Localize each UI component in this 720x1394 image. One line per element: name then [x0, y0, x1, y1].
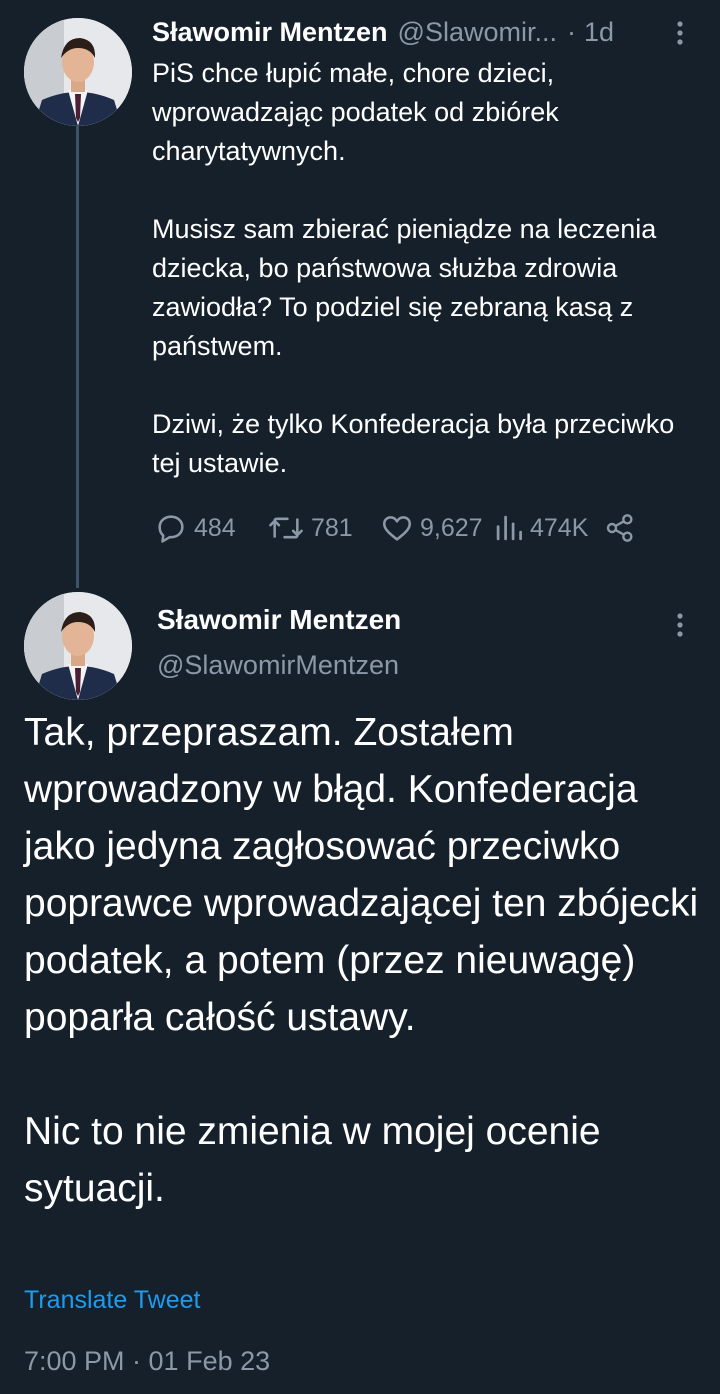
tweet-text: Tak, przepraszam. Zostałem wprowadzony w…: [24, 711, 699, 1210]
more-options-button[interactable]: [668, 18, 692, 48]
retweet-count: 781: [311, 513, 353, 542]
tweet-actions: 484 781 9,627 474K: [154, 508, 644, 548]
share-icon: [606, 514, 633, 542]
more-options-button[interactable]: [668, 610, 692, 640]
author-name[interactable]: Sławomir Mentzen: [157, 604, 401, 636]
like-button[interactable]: 9,627: [380, 508, 483, 548]
reply-icon: [158, 515, 184, 543]
thread-connector-line: [76, 118, 79, 588]
translate-tweet-link[interactable]: Translate Tweet: [24, 1286, 200, 1315]
reply-count: 484: [194, 513, 236, 542]
more-options-icon: [677, 613, 683, 637]
share-button[interactable]: [604, 508, 642, 548]
like-icon: [382, 516, 412, 541]
tweet-time[interactable]: 1d: [584, 17, 614, 48]
retweet-icon: [269, 517, 303, 539]
views-button[interactable]: 474K: [494, 508, 588, 548]
tweet-timestamp[interactable]: 7:00 PM · 01 Feb 23: [24, 1346, 270, 1377]
profile-photo-icon: [24, 592, 132, 700]
like-count: 9,627: [420, 513, 483, 542]
tweet-header: Sławomir Mentzen @Slawomir... · 1d: [152, 14, 702, 50]
tweet-text: PiS chce łupić małe, chore dzieci, wprow…: [152, 58, 675, 478]
views-count: 474K: [530, 513, 589, 542]
avatar[interactable]: [24, 592, 132, 700]
author-handle[interactable]: @SlawomirMentzen: [157, 650, 399, 681]
author-name[interactable]: Sławomir Mentzen: [152, 17, 388, 48]
retweet-button[interactable]: 781: [267, 508, 353, 548]
more-options-icon: [677, 21, 683, 45]
separator-dot: ·: [567, 16, 576, 47]
views-icon: [496, 515, 522, 541]
avatar[interactable]: [24, 18, 132, 126]
reply-button[interactable]: 484: [154, 508, 236, 548]
profile-photo-icon: [24, 18, 132, 126]
author-handle[interactable]: @Slawomir...: [398, 17, 557, 48]
